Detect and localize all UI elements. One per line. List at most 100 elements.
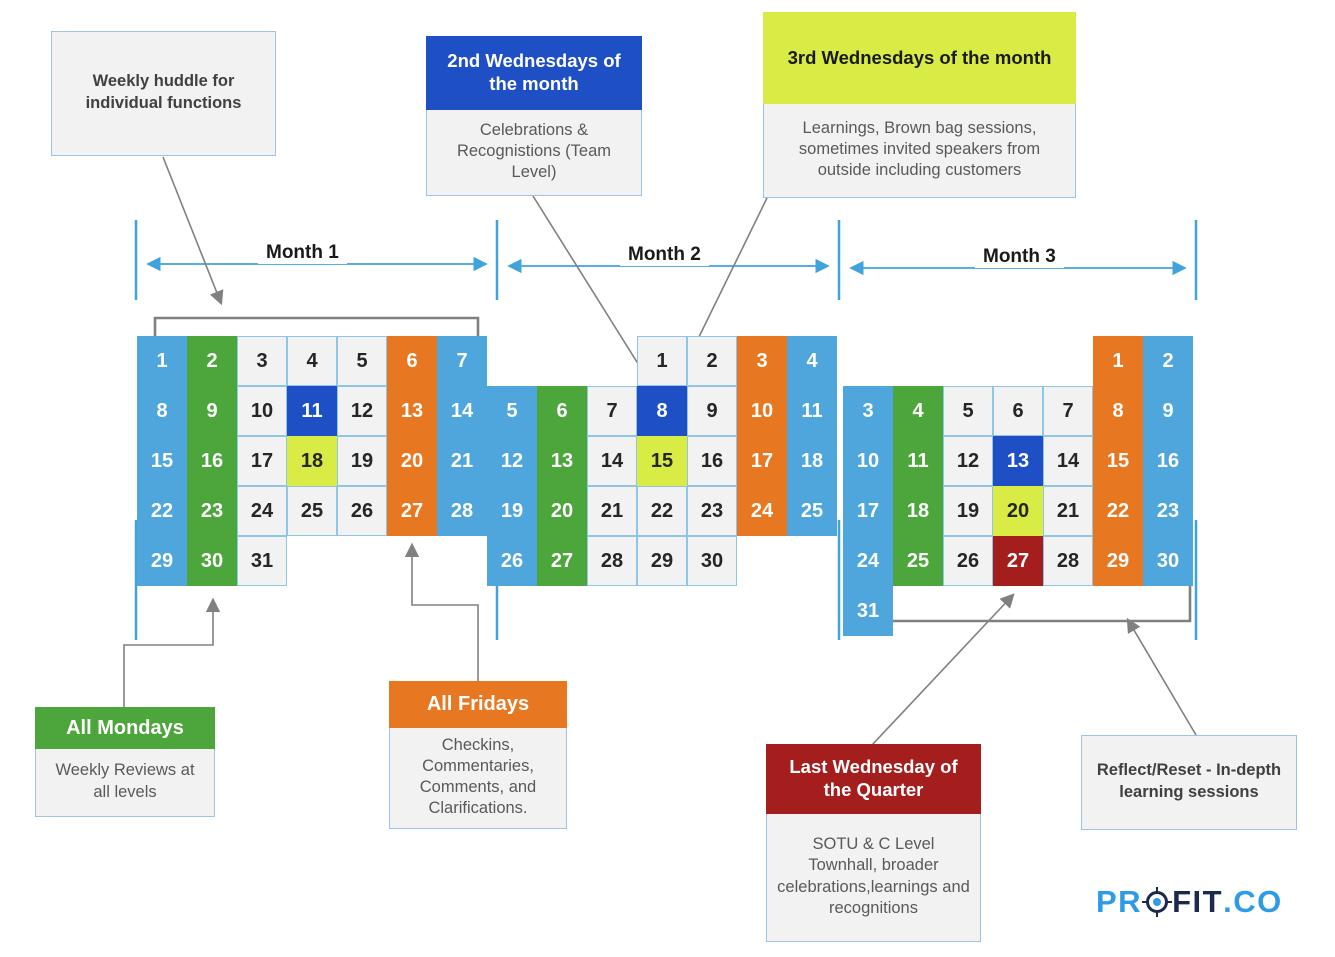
- calendar-day-cell[interactable]: 14: [437, 386, 487, 436]
- calendar-day-cell[interactable]: 12: [337, 386, 387, 436]
- calendar-day-cell[interactable]: 30: [1143, 536, 1193, 586]
- calendar-day-cell[interactable]: 6: [993, 386, 1043, 436]
- calendar-day-cell[interactable]: 18: [287, 436, 337, 486]
- calendar-day-cell[interactable]: 10: [237, 386, 287, 436]
- calendar-day-cell[interactable]: 14: [1043, 436, 1093, 486]
- calendar-day-cell[interactable]: 31: [237, 536, 287, 586]
- calendar-day-cell[interactable]: 19: [487, 486, 537, 536]
- calendar-day-cell[interactable]: 1: [137, 336, 187, 386]
- calendar-day-cell[interactable]: 30: [687, 536, 737, 586]
- calendar-day-cell[interactable]: 16: [187, 436, 237, 486]
- callout-second-wednesdays[interactable]: 2nd Wednesdays of the month Celebrations…: [426, 36, 642, 196]
- calendar-day-cell[interactable]: 26: [487, 536, 537, 586]
- calendar-day-cell[interactable]: 28: [1043, 536, 1093, 586]
- calendar-day-cell[interactable]: 12: [943, 436, 993, 486]
- calendar-day-cell[interactable]: 20: [537, 486, 587, 536]
- calendar-day-cell[interactable]: 15: [1093, 436, 1143, 486]
- calendar-day-cell[interactable]: 19: [337, 436, 387, 486]
- calendar-day-cell[interactable]: 7: [587, 386, 637, 436]
- calendar-day-cell[interactable]: 12: [487, 436, 537, 486]
- callout-third-wednesdays-body: Learnings, Brown bag sessions, sometimes…: [763, 104, 1076, 198]
- calendar-day-cell[interactable]: 25: [287, 486, 337, 536]
- calendar-day-cell[interactable]: 7: [437, 336, 487, 386]
- calendar-day-cell[interactable]: 11: [787, 386, 837, 436]
- calendar-day-cell[interactable]: 20: [387, 436, 437, 486]
- calendar-day-cell[interactable]: 17: [843, 486, 893, 536]
- calendar-day-cell[interactable]: 31: [843, 586, 893, 636]
- calendar-day-cell[interactable]: 9: [187, 386, 237, 436]
- calendar-day-cell[interactable]: 26: [337, 486, 387, 536]
- calendar-day-cell[interactable]: 9: [1143, 386, 1193, 436]
- calendar-day-cell[interactable]: 5: [943, 386, 993, 436]
- calendar-day-cell[interactable]: 26: [943, 536, 993, 586]
- calendar-day-cell[interactable]: 25: [893, 536, 943, 586]
- calendar-day-cell[interactable]: 4: [287, 336, 337, 386]
- calendar-day-cell[interactable]: 5: [487, 386, 537, 436]
- callout-weekly-huddle[interactable]: Weekly huddle for individual functions: [51, 31, 276, 156]
- calendar-day-cell[interactable]: 17: [737, 436, 787, 486]
- calendar-day-cell[interactable]: 4: [893, 386, 943, 436]
- callout-last-wednesday[interactable]: Last Wednesday of the Quarter SOTU & C L…: [766, 744, 981, 942]
- calendar-day-cell[interactable]: 19: [943, 486, 993, 536]
- calendar-day-cell[interactable]: 8: [637, 386, 687, 436]
- calendar-day-cell[interactable]: 23: [187, 486, 237, 536]
- calendar-day-cell[interactable]: 24: [737, 486, 787, 536]
- calendar-day-cell[interactable]: 11: [287, 386, 337, 436]
- calendar-day-cell[interactable]: 20: [993, 486, 1043, 536]
- callout-third-wednesdays[interactable]: 3rd Wednesdays of the month Learnings, B…: [763, 12, 1076, 198]
- calendar-day-cell[interactable]: 29: [137, 536, 187, 586]
- calendar-day-cell[interactable]: 27: [387, 486, 437, 536]
- calendar-day-cell[interactable]: 9: [687, 386, 737, 436]
- calendar-day-cell[interactable]: 25: [787, 486, 837, 536]
- calendar-day-cell[interactable]: 4: [787, 336, 837, 386]
- calendar-day-cell[interactable]: 17: [237, 436, 287, 486]
- calendar-day-cell[interactable]: 28: [437, 486, 487, 536]
- callout-all-fridays[interactable]: All Fridays Checkins, Commentaries, Comm…: [389, 681, 567, 829]
- calendar-day-cell[interactable]: 29: [637, 536, 687, 586]
- calendar-day-cell[interactable]: 16: [1143, 436, 1193, 486]
- calendar-day-cell[interactable]: 21: [1043, 486, 1093, 536]
- calendar-day-cell[interactable]: 14: [587, 436, 637, 486]
- calendar-day-cell[interactable]: 23: [1143, 486, 1193, 536]
- calendar-day-cell[interactable]: 21: [437, 436, 487, 486]
- calendar-day-cell[interactable]: 3: [737, 336, 787, 386]
- calendar-day-cell[interactable]: 23: [687, 486, 737, 536]
- calendar-day-cell[interactable]: 2: [687, 336, 737, 386]
- calendar-day-cell[interactable]: 8: [1093, 386, 1143, 436]
- calendar-day-cell[interactable]: 15: [637, 436, 687, 486]
- calendar-day-cell[interactable]: 11: [893, 436, 943, 486]
- calendar-day-cell[interactable]: 8: [137, 386, 187, 436]
- calendar-day-cell[interactable]: 18: [893, 486, 943, 536]
- calendar-day-cell[interactable]: 18: [787, 436, 837, 486]
- calendar-day-cell[interactable]: 22: [1093, 486, 1143, 536]
- calendar-day-cell[interactable]: 13: [387, 386, 437, 436]
- calendar-day-cell[interactable]: 10: [737, 386, 787, 436]
- calendar-day-cell[interactable]: 6: [537, 386, 587, 436]
- calendar-day-cell[interactable]: 15: [137, 436, 187, 486]
- calendar-day-cell[interactable]: 16: [687, 436, 737, 486]
- calendar-day-cell[interactable]: 21: [587, 486, 637, 536]
- calendar-day-cell[interactable]: 24: [237, 486, 287, 536]
- callout-all-mondays[interactable]: All Mondays Weekly Reviews at all levels: [35, 707, 215, 817]
- calendar-day-cell[interactable]: 27: [537, 536, 587, 586]
- calendar-day-cell[interactable]: 13: [993, 436, 1043, 486]
- calendar-day-cell[interactable]: 7: [1043, 386, 1093, 436]
- calendar-day-cell[interactable]: 10: [843, 436, 893, 486]
- calendar-day-cell[interactable]: 5: [337, 336, 387, 386]
- calendar-day-cell[interactable]: 2: [1143, 336, 1193, 386]
- calendar-day-cell[interactable]: 22: [137, 486, 187, 536]
- calendar-day-cell[interactable]: 29: [1093, 536, 1143, 586]
- calendar-day-cell[interactable]: 28: [587, 536, 637, 586]
- calendar-day-cell[interactable]: 24: [843, 536, 893, 586]
- calendar-day-cell[interactable]: 2: [187, 336, 237, 386]
- calendar-day-cell[interactable]: 1: [1093, 336, 1143, 386]
- callout-reflect-reset[interactable]: Reflect/Reset - In-depth learning sessio…: [1081, 735, 1297, 830]
- calendar-day-cell[interactable]: 3: [843, 386, 893, 436]
- calendar-day-cell[interactable]: 1: [637, 336, 687, 386]
- calendar-day-cell[interactable]: 6: [387, 336, 437, 386]
- calendar-day-cell[interactable]: 3: [237, 336, 287, 386]
- calendar-day-cell[interactable]: 13: [537, 436, 587, 486]
- calendar-day-cell[interactable]: 22: [637, 486, 687, 536]
- calendar-day-cell[interactable]: 30: [187, 536, 237, 586]
- calendar-day-cell[interactable]: 27: [993, 536, 1043, 586]
